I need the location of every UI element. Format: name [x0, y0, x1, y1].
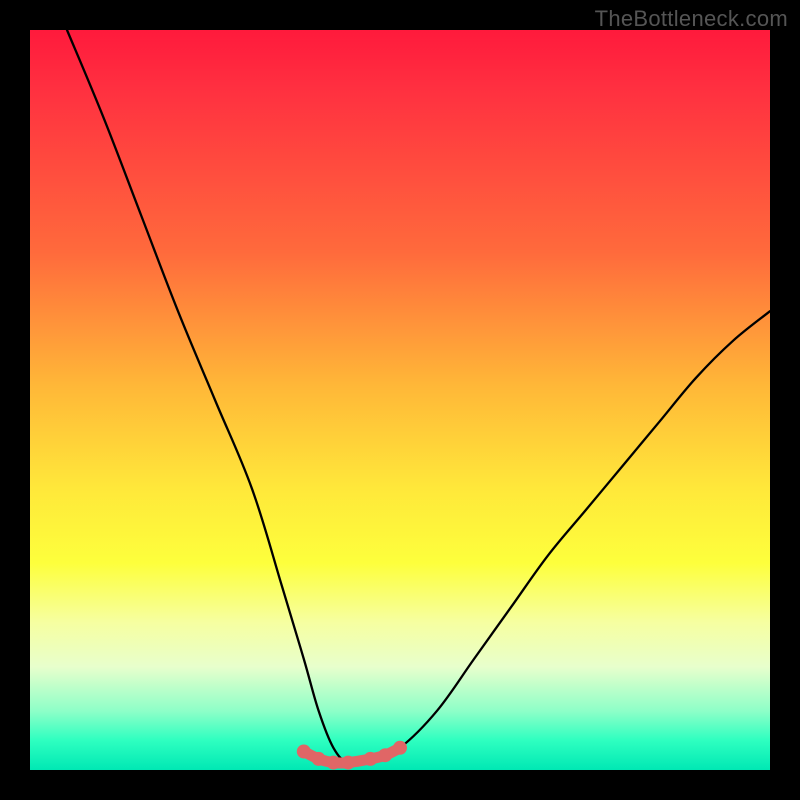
- watermark-text: TheBottleneck.com: [595, 6, 788, 32]
- highlight-point: [326, 756, 340, 770]
- highlight-point: [297, 745, 311, 759]
- bottom-highlight: [297, 741, 407, 770]
- highlight-point: [393, 741, 407, 755]
- highlight-point: [341, 756, 355, 770]
- highlight-point: [363, 752, 377, 766]
- plot-area: [30, 30, 770, 770]
- bottleneck-curve: [67, 30, 770, 765]
- highlight-point: [378, 748, 392, 762]
- highlight-point: [312, 752, 326, 766]
- curve-layer: [30, 30, 770, 770]
- chart-frame: TheBottleneck.com: [0, 0, 800, 800]
